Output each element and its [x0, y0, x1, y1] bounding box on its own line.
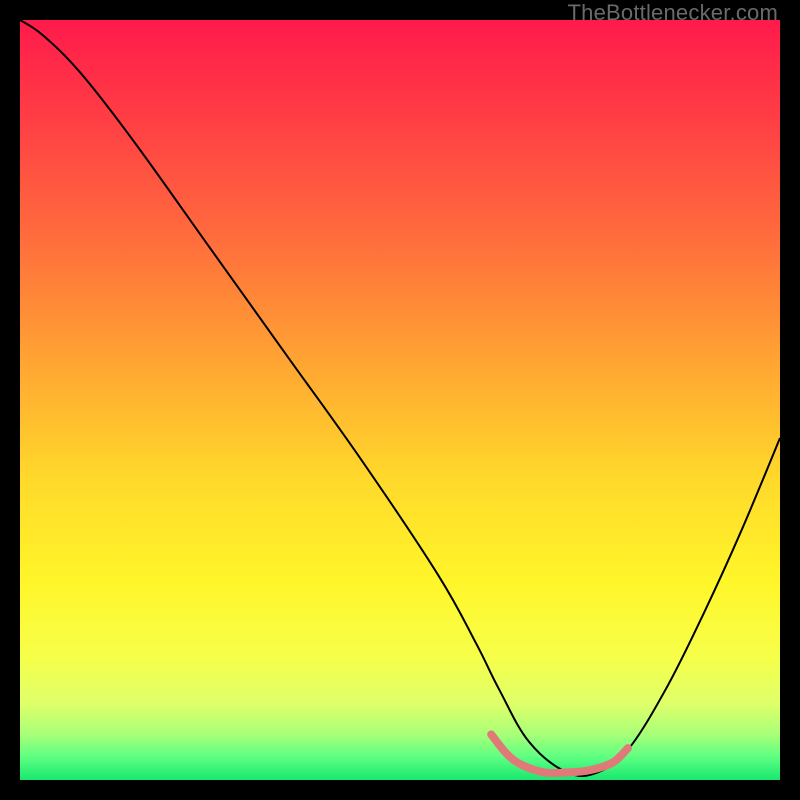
bottleneck-chart: [20, 20, 780, 780]
watermark-text: TheBottlenecker.com: [568, 0, 778, 26]
chart-background: [20, 20, 780, 780]
chart-frame: [20, 20, 780, 780]
